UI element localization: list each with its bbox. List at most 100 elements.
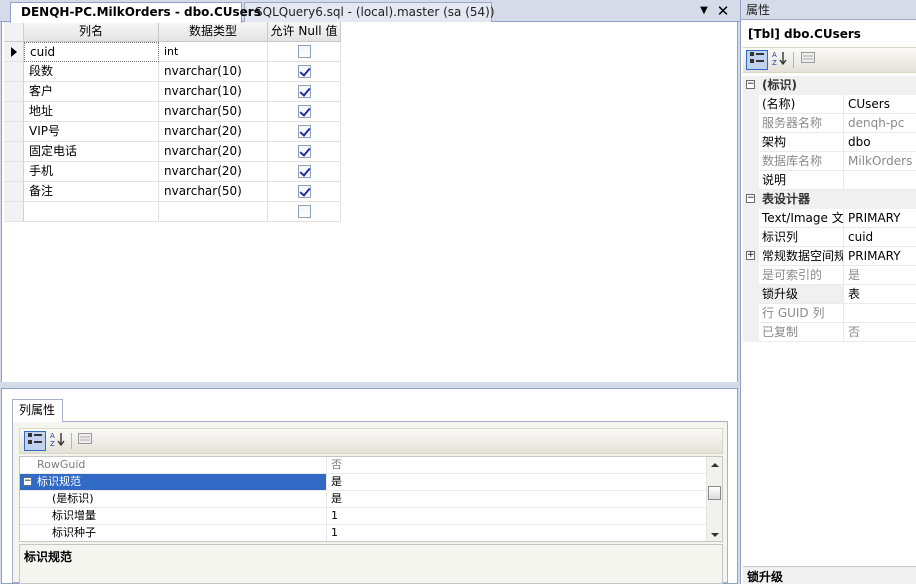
property-row[interactable]: 是可索引的是	[743, 266, 916, 285]
property-row[interactable]: (名称) CUsers	[743, 95, 916, 114]
close-icon[interactable]: ✕	[715, 3, 731, 19]
row-selector[interactable]	[4, 182, 24, 202]
row-selector[interactable]	[4, 82, 24, 102]
property-value[interactable]: 表	[843, 285, 916, 304]
categorized-icon[interactable]	[746, 50, 768, 70]
property-row[interactable]: 说明	[743, 171, 916, 190]
property-row[interactable]: 数据库名称 MilkOrders	[743, 152, 916, 171]
column-name-cell[interactable]: VIP号	[24, 122, 159, 142]
column-name-cell[interactable]: 客户	[24, 82, 159, 102]
column-property-row[interactable]: 标识增量 1	[20, 508, 706, 525]
data-type-cell[interactable]: nvarchar(50)	[159, 102, 268, 122]
data-type-cell[interactable]: nvarchar(10)	[159, 82, 268, 102]
property-value[interactable]: MilkOrders	[843, 152, 916, 171]
column-name-cell[interactable]: 备注	[24, 182, 159, 202]
allow-null-checkbox[interactable]	[297, 105, 311, 118]
table-row[interactable]: 段数 nvarchar(10)	[4, 62, 341, 82]
property-row[interactable]: 已复制否	[743, 323, 916, 342]
tab-table-designer[interactable]: DENQH-PC.MilkOrders - dbo.CUsers	[10, 2, 261, 23]
column-name-cell[interactable]: 手机	[24, 162, 159, 182]
allow-null-checkbox[interactable]	[297, 165, 311, 178]
property-row[interactable]: 标识列 cuid	[743, 228, 916, 247]
allow-null-checkbox[interactable]	[297, 145, 311, 158]
property-value[interactable]: cuid	[843, 228, 916, 247]
column-property-value[interactable]: 是	[326, 491, 706, 508]
table-row[interactable]: 地址 nvarchar(50)	[4, 102, 341, 122]
table-row[interactable]: cuid int	[4, 42, 341, 62]
collapse-icon[interactable]: −	[746, 80, 755, 89]
property-row[interactable]: 服务器名称 denqh-pc	[743, 114, 916, 133]
property-row[interactable]: 架构 dbo	[743, 133, 916, 152]
table-row[interactable]	[4, 202, 341, 222]
alphabetical-icon[interactable]: AZ	[47, 431, 69, 451]
property-value[interactable]: PRIMARY	[843, 247, 916, 266]
table-row[interactable]: VIP号 nvarchar(20)	[4, 122, 341, 142]
allow-null-checkbox[interactable]	[297, 205, 311, 218]
categorized-icon[interactable]	[24, 431, 46, 451]
property-row[interactable]: 行 GUID 列	[743, 304, 916, 323]
property-value[interactable]	[843, 304, 916, 323]
property-pages-icon[interactable]	[797, 50, 819, 70]
data-type-cell[interactable]: nvarchar(50)	[159, 182, 268, 202]
property-value[interactable]: CUsers	[843, 95, 916, 114]
property-value[interactable]	[843, 171, 916, 190]
column-property-row[interactable]: 标识种子 1	[20, 525, 706, 541]
properties-object-selector[interactable]: [Tbl] dbo.CUsers	[741, 22, 916, 46]
column-property-value[interactable]: 1	[326, 525, 706, 541]
table-row[interactable]: 客户 nvarchar(10)	[4, 82, 341, 102]
column-name-cell[interactable]: 地址	[24, 102, 159, 122]
property-row[interactable]: Text/Image 文 PRIMARY	[743, 209, 916, 228]
table-row[interactable]: 备注 nvarchar(50)	[4, 182, 341, 202]
row-selector[interactable]	[4, 42, 24, 62]
vertical-scrollbar[interactable]	[706, 457, 722, 541]
column-name-cell[interactable]: cuid	[24, 42, 159, 62]
data-type-cell[interactable]: nvarchar(20)	[159, 122, 268, 142]
allow-null-checkbox[interactable]	[297, 185, 311, 198]
row-selector[interactable]	[4, 122, 24, 142]
row-selector[interactable]	[4, 202, 24, 222]
row-selector[interactable]	[4, 62, 24, 82]
collapse-icon[interactable]: −	[23, 477, 32, 486]
data-type-cell[interactable]: int	[159, 42, 268, 62]
column-property-value[interactable]: 否	[326, 457, 706, 474]
scroll-thumb[interactable]	[708, 486, 721, 500]
allow-null-checkbox[interactable]	[297, 65, 311, 78]
allow-null-checkbox[interactable]	[297, 45, 311, 58]
data-type-cell[interactable]	[159, 202, 268, 222]
scroll-up-icon[interactable]	[711, 463, 719, 467]
column-name-cell[interactable]: 段数	[24, 62, 159, 82]
property-value[interactable]: denqh-pc	[843, 114, 916, 133]
row-selector[interactable]	[4, 162, 24, 182]
property-category[interactable]: − (标识)	[743, 76, 916, 95]
column-name-cell[interactable]: 固定电话	[24, 142, 159, 162]
row-selector[interactable]	[4, 142, 24, 162]
expand-icon[interactable]: +	[746, 251, 755, 260]
table-row[interactable]: 固定电话 nvarchar(20)	[4, 142, 341, 162]
property-row[interactable]: + 常规数据空间规 PRIMARY	[743, 247, 916, 266]
column-property-row[interactable]: RowGuid 否	[20, 457, 706, 474]
column-property-row[interactable]: (是标识) 是	[20, 491, 706, 508]
row-selector[interactable]	[4, 102, 24, 122]
property-row[interactable]: 锁升级表	[743, 285, 916, 304]
property-value[interactable]: 否	[843, 323, 916, 342]
property-value[interactable]: 是	[843, 266, 916, 285]
column-property-value[interactable]: 是	[326, 474, 706, 491]
column-property-row[interactable]: − 标识规范是	[20, 474, 706, 491]
table-row[interactable]: 手机 nvarchar(20)	[4, 162, 341, 182]
data-type-cell[interactable]: nvarchar(10)	[159, 62, 268, 82]
column-property-value[interactable]: 1	[326, 508, 706, 525]
property-value[interactable]: dbo	[843, 133, 916, 152]
allow-null-checkbox[interactable]	[297, 125, 311, 138]
property-pages-icon[interactable]	[74, 431, 96, 451]
collapse-icon[interactable]: −	[746, 194, 755, 203]
scroll-down-icon[interactable]	[711, 533, 719, 537]
alphabetical-icon[interactable]: AZ	[769, 50, 791, 70]
tab-dropdown-icon[interactable]: ▼	[696, 3, 712, 19]
tab-sql-query[interactable]: SQLQuery6.sql - (local).master (sa (54))	[244, 2, 495, 22]
column-name-cell[interactable]	[24, 202, 159, 222]
data-type-cell[interactable]: nvarchar(20)	[159, 162, 268, 182]
allow-null-checkbox[interactable]	[297, 85, 311, 98]
property-value[interactable]: PRIMARY	[843, 209, 916, 228]
tab-column-properties[interactable]: 列属性	[12, 399, 63, 422]
property-category[interactable]: − 表设计器	[743, 190, 916, 209]
